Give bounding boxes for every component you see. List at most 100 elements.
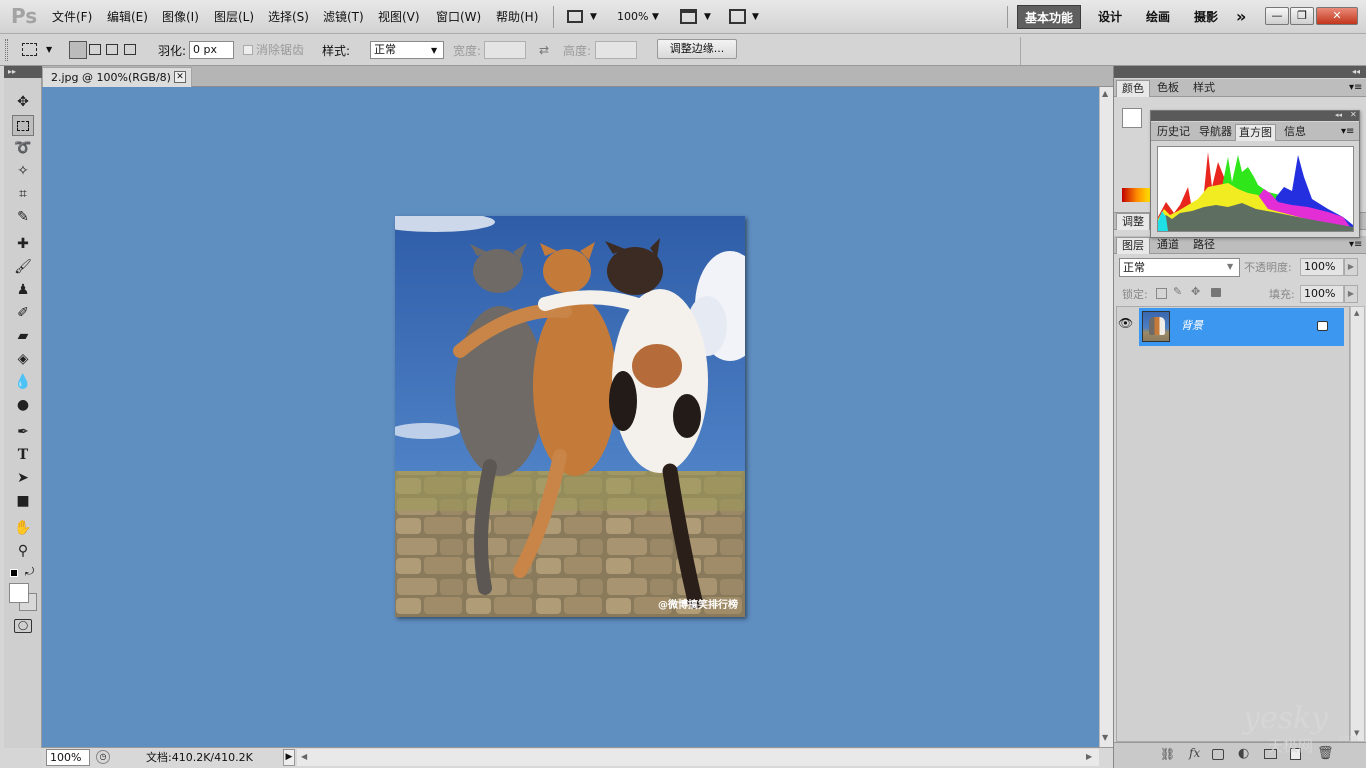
quick-selection-tool-icon[interactable]: ✧	[12, 161, 34, 182]
zoom-tool-icon[interactable]: ⚲	[12, 541, 34, 562]
collapse-panels-icon[interactable]: ◂◂	[1352, 66, 1360, 78]
menu-help[interactable]: 帮助(H)	[496, 0, 538, 34]
swap-colors-icon[interactable]: ⤾	[25, 566, 34, 578]
rectangular-marquee-tool-icon[interactable]	[12, 115, 34, 136]
collapse-panel-icon[interactable]: ◂◂	[1335, 110, 1342, 120]
horizontal-scrollbar[interactable]: ◀ ▶	[297, 749, 1099, 766]
menu-edit[interactable]: 编辑(E)	[107, 0, 148, 34]
chevron-down-icon[interactable]: ▼	[752, 8, 759, 26]
width-input[interactable]	[484, 41, 526, 59]
screen-modes-icon[interactable]	[729, 9, 746, 24]
delete-layer-icon[interactable]: 🗑	[1317, 746, 1334, 761]
tab-layers[interactable]: 图层	[1116, 237, 1150, 254]
more-workspaces-icon[interactable]: »	[1236, 5, 1246, 29]
status-menu-arrow-icon[interactable]: ▶	[283, 749, 295, 766]
collapse-tools-icon[interactable]: ▸▸	[8, 66, 16, 78]
clone-stamp-tool-icon[interactable]: ♟	[12, 280, 34, 301]
chevron-down-icon[interactable]: ▼	[590, 8, 597, 26]
chevron-down-icon[interactable]: ▼	[1227, 261, 1233, 273]
color-spectrum-bar[interactable]	[1122, 188, 1152, 202]
menu-image[interactable]: 图像(I)	[162, 0, 199, 34]
document-image[interactable]: @微博搞笑排行榜	[395, 216, 745, 617]
tab-histogram[interactable]: 直方图	[1235, 124, 1276, 141]
blend-mode-select[interactable]: 正常	[1119, 258, 1240, 277]
scroll-left-icon[interactable]: ◀	[301, 751, 307, 763]
arrange-documents-icon[interactable]	[680, 9, 697, 24]
scroll-right-icon[interactable]: ▶	[1086, 751, 1092, 763]
lock-all-icon[interactable]	[1211, 288, 1221, 297]
panel-menu-icon[interactable]: ▾≡	[1341, 124, 1354, 140]
minimize-button[interactable]: —	[1265, 7, 1289, 25]
add-mask-icon[interactable]	[1212, 749, 1224, 760]
intersect-selection-icon[interactable]	[124, 44, 136, 55]
screen-mode-icon[interactable]	[567, 10, 583, 23]
menu-layer[interactable]: 图层(L)	[214, 0, 254, 34]
lasso-tool-icon[interactable]: ➰	[12, 138, 34, 159]
menu-view[interactable]: 视图(V)	[378, 0, 420, 34]
tab-paths[interactable]: 路径	[1188, 237, 1220, 254]
eraser-tool-icon[interactable]: ▰	[12, 326, 34, 347]
menu-select[interactable]: 选择(S)	[268, 0, 309, 34]
tab-styles[interactable]: 样式	[1188, 80, 1220, 97]
rectangle-tool-icon[interactable]: ■	[12, 491, 34, 512]
move-tool-icon[interactable]: ✥	[12, 92, 34, 113]
feather-input[interactable]: 0 px	[189, 41, 234, 59]
path-selection-tool-icon[interactable]: ➤	[12, 468, 34, 489]
workspace-essentials[interactable]: 基本功能	[1017, 5, 1082, 29]
workspace-painting[interactable]: 绘画	[1146, 5, 1170, 29]
layers-scrollbar[interactable]: ▲ ▼	[1350, 306, 1365, 742]
tab-adjustments[interactable]: 调整	[1116, 213, 1150, 230]
close-button[interactable]: ✕	[1316, 7, 1358, 25]
antialias-checkbox[interactable]	[243, 45, 253, 55]
status-zoom-input[interactable]: 100%	[46, 749, 90, 766]
status-info-icon[interactable]: ◷	[96, 750, 110, 764]
layer-visibility-eye-icon[interactable]: 👁	[1118, 316, 1133, 330]
type-tool-icon[interactable]: T	[12, 445, 34, 466]
panel-menu-icon[interactable]: ▾≡	[1349, 80, 1362, 96]
tab-info[interactable]: 信息	[1281, 124, 1309, 141]
menu-file[interactable]: 文件(F)	[52, 0, 92, 34]
swap-icon[interactable]: ⇄	[539, 42, 549, 58]
new-selection-icon[interactable]	[69, 41, 87, 59]
default-colors-icon[interactable]	[10, 569, 18, 577]
workspace-design[interactable]: 设计	[1098, 5, 1122, 29]
layer-thumbnail[interactable]	[1142, 311, 1170, 342]
restore-button[interactable]: ❐	[1290, 7, 1314, 25]
add-to-selection-icon[interactable]	[89, 44, 101, 55]
scroll-up-icon[interactable]: ▲	[1102, 89, 1108, 99]
tab-history[interactable]: 历史记	[1154, 124, 1193, 141]
history-brush-tool-icon[interactable]: ✐	[12, 303, 34, 324]
lock-position-icon[interactable]: ✥	[1191, 285, 1200, 299]
chevron-down-icon[interactable]: ▼	[704, 8, 711, 26]
vertical-scrollbar[interactable]: ▲ ▼	[1099, 87, 1113, 747]
hand-tool-icon[interactable]: ✋	[12, 518, 34, 539]
tab-navigator[interactable]: 导航器	[1196, 124, 1235, 141]
layer-name[interactable]: 背景	[1181, 318, 1203, 334]
menu-window[interactable]: 窗口(W)	[436, 0, 481, 34]
adjustment-layer-icon[interactable]: ◐	[1238, 746, 1249, 761]
panel-menu-icon[interactable]: ▾≡	[1349, 237, 1362, 253]
fill-input[interactable]: 100%	[1300, 285, 1344, 303]
close-panel-icon[interactable]: ✕	[1350, 110, 1357, 120]
pen-tool-icon[interactable]: ✒	[12, 422, 34, 443]
scroll-up-icon[interactable]: ▲	[1354, 309, 1359, 317]
quick-mask-icon[interactable]: ◯	[14, 619, 32, 633]
lock-pixels-icon[interactable]: ✎	[1173, 285, 1182, 299]
height-input[interactable]	[595, 41, 637, 59]
tab-color[interactable]: 颜色	[1116, 80, 1150, 97]
close-tab-icon[interactable]: ✕	[174, 71, 186, 83]
tab-swatches[interactable]: 色板	[1152, 80, 1184, 97]
marquee-preset-icon[interactable]	[22, 43, 37, 56]
dodge-tool-icon[interactable]: ●	[12, 395, 34, 416]
opacity-input[interactable]: 100%	[1300, 258, 1344, 276]
layer-style-icon[interactable]: fx	[1189, 746, 1200, 760]
chevron-down-icon[interactable]: ▼	[46, 43, 52, 57]
link-layers-icon[interactable]: ⛓	[1160, 747, 1175, 761]
crop-tool-icon[interactable]: ⌗	[12, 184, 34, 205]
color-foreground-swatch[interactable]	[1122, 108, 1142, 128]
workspace-photography[interactable]: 摄影	[1194, 5, 1218, 29]
tab-channels[interactable]: 通道	[1152, 237, 1184, 254]
subtract-from-selection-icon[interactable]	[106, 44, 118, 55]
zoom-level[interactable]: 100%	[617, 0, 648, 34]
chevron-down-icon[interactable]: ▼	[652, 8, 659, 26]
